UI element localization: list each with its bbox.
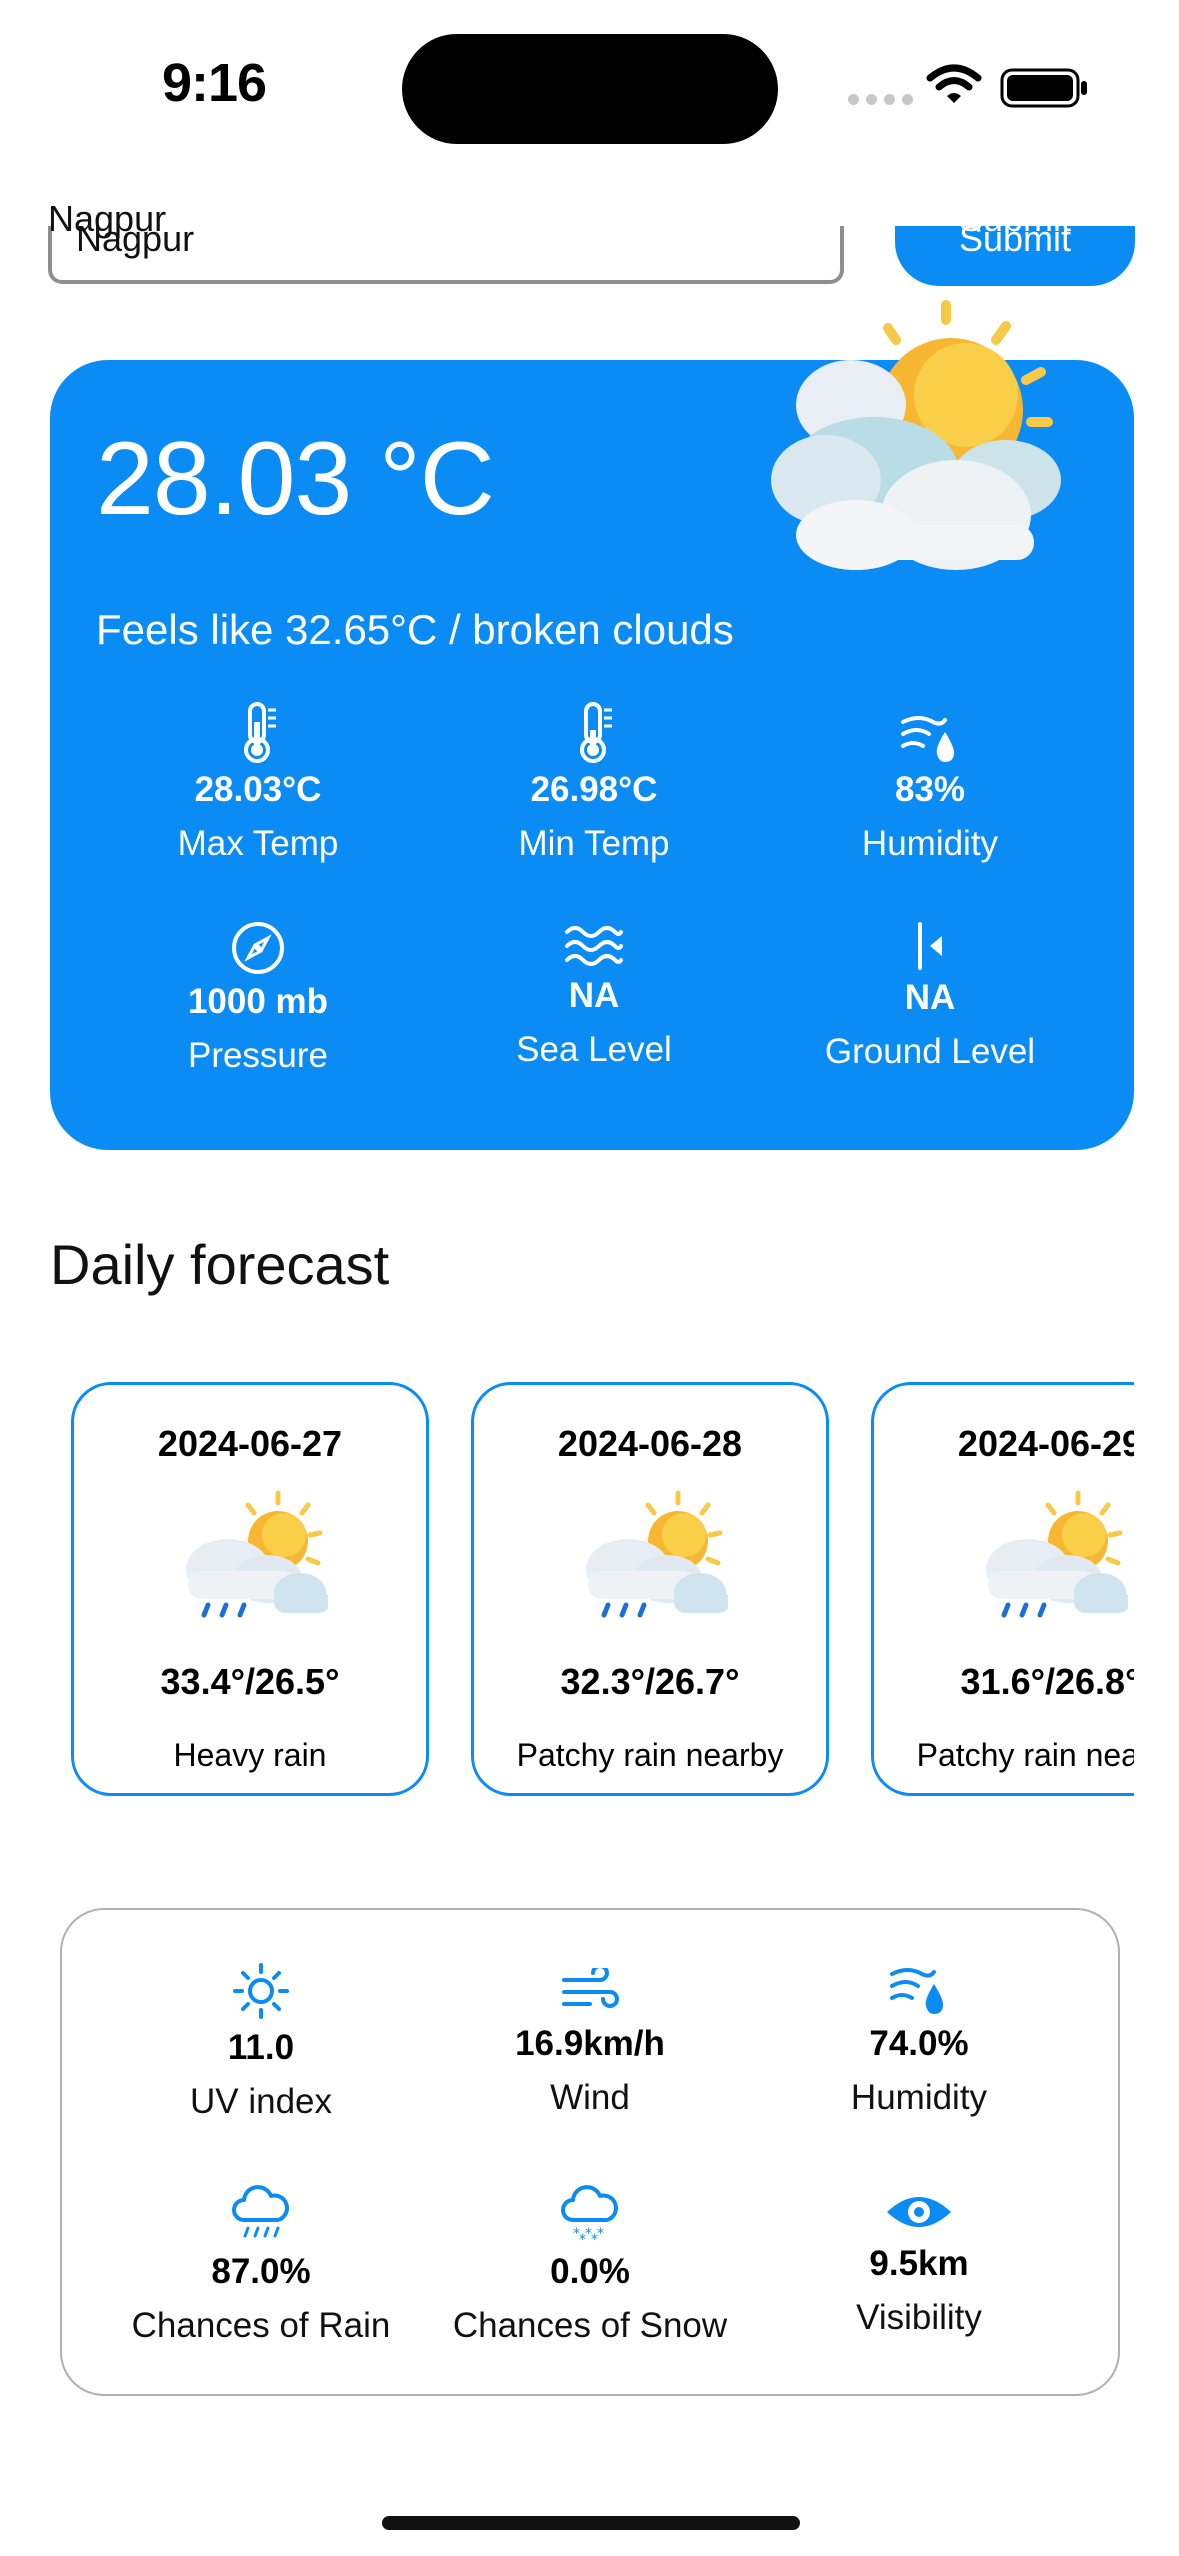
humidity-value: 83% — [894, 770, 966, 809]
wind-stat: 16.9km/h Wind — [420, 1952, 760, 2118]
pressure-label: Pressure — [187, 1036, 329, 1075]
humidity-label: Humidity — [861, 824, 999, 863]
svg-text:*: * — [579, 2232, 586, 2244]
wind-icon — [562, 1968, 619, 2008]
feels-like-text: Feels like 32.65°C / broken clouds — [96, 606, 734, 653]
sun-cloud-icon — [771, 300, 1061, 570]
forecast-condition: Patchy rain nearby — [516, 1737, 784, 1773]
sun-cloud-rain-icon — [986, 1490, 1128, 1618]
compass-icon — [232, 922, 284, 974]
svg-text:*: * — [591, 2232, 598, 2244]
thermometer-icon — [580, 702, 612, 763]
status-time: 9:16 — [162, 53, 267, 113]
pressure-value: 1000 mb — [187, 982, 329, 1021]
ground-level-label: Ground Level — [824, 1032, 1036, 1071]
sun-icon — [233, 1963, 289, 2019]
forecast-condition: Heavy rain — [173, 1737, 327, 1773]
uv-index-stat: 11.0 UV index — [91, 1956, 431, 2122]
home-indicator[interactable] — [382, 2516, 800, 2530]
snow-cloud-icon: * * ** * — [561, 2185, 618, 2244]
forecast-card[interactable]: 2024-06-29 31.6°/26.8° Patchy rain nearb… — [871, 1382, 1134, 1796]
humidity-icon — [901, 716, 955, 762]
battery-icon — [1000, 68, 1087, 108]
rain-chance-value: 87.0% — [211, 2252, 311, 2291]
forecast-date: 2024-06-27 — [157, 1423, 343, 1464]
humidity-detail-stat: 74.0% Humidity — [749, 1952, 1089, 2118]
snow-chance-stat: * * * * * 0.0% Chances of Snow — [420, 2180, 760, 2346]
uv-index-label: UV index — [189, 2082, 333, 2121]
humidity-detail-value: 74.0% — [869, 2024, 969, 2063]
svg-text:*: * — [597, 2226, 604, 2242]
visibility-stat: 9.5km Visibility — [749, 2172, 1089, 2338]
max-temp-stat: 28.03°C Max Temp — [108, 700, 408, 864]
forecast-card[interactable]: 2024-06-28 32.3°/26.7° Patchy rain nearb… — [471, 1382, 829, 1796]
ground-level-value: NA — [904, 978, 956, 1017]
forecast-date: 2024-06-28 — [557, 1423, 743, 1464]
humidity-stat: 83% Humidity — [780, 700, 1080, 864]
sun-cloud-rain-icon — [586, 1490, 728, 1618]
wind-label: Wind — [550, 2078, 630, 2117]
visibility-label: Visibility — [856, 2298, 982, 2337]
forecast-temp-range: 32.3°/26.7° — [560, 1661, 740, 1702]
ground-level-icon — [918, 922, 942, 970]
uv-index-value: 11.0 — [227, 2028, 295, 2067]
sea-level-stat: NA Sea Level — [444, 906, 744, 1070]
snow-chance-value: 0.0% — [550, 2252, 630, 2291]
rain-chance-label: Chances of Rain — [131, 2306, 391, 2345]
forecast-temp-range: 33.4°/26.5° — [160, 1661, 340, 1702]
submit-button-label: Submit — [958, 198, 1072, 239]
forecast-scroller[interactable]: 2024-06-27 33.4°/26.5° Heavy rain 2024-0… — [50, 1370, 1134, 1810]
sun-cloud-rain-icon — [186, 1490, 328, 1618]
daily-forecast-title: Daily forecast — [50, 1233, 390, 1296]
forecast-temp-range: 31.6°/26.8° — [960, 1661, 1134, 1702]
pressure-stat: 1000 mb Pressure — [108, 912, 408, 1076]
max-temp-label: Max Temp — [177, 824, 339, 863]
visibility-value: 9.5km — [869, 2244, 969, 2283]
eye-icon — [887, 2197, 951, 2227]
snow-chance-label: Chances of Snow — [452, 2306, 728, 2345]
wind-value: 16.9km/h — [515, 2024, 665, 2063]
min-temp-value: 26.98°C — [530, 770, 658, 809]
max-temp-value: 28.03°C — [194, 770, 322, 809]
dynamic-island — [402, 34, 778, 144]
sea-level-value: NA — [568, 976, 620, 1015]
cellular-signal-icon — [848, 94, 913, 105]
min-temp-stat: 26.98°C Min Temp — [444, 700, 744, 864]
wifi-icon — [926, 64, 982, 103]
sea-level-label: Sea Level — [516, 1030, 672, 1069]
city-input-text: Nagpur — [48, 198, 167, 239]
humidity-icon — [890, 1968, 944, 2014]
forecast-condition: Patchy rain nearby — [916, 1737, 1134, 1773]
min-temp-label: Min Temp — [518, 824, 670, 863]
humidity-detail-label: Humidity — [850, 2078, 988, 2117]
ground-level-stat: NA Ground Level — [780, 908, 1080, 1072]
rain-cloud-icon — [232, 2185, 289, 2238]
rain-chance-stat: 87.0% Chances of Rain — [91, 2180, 431, 2346]
thermometer-icon — [244, 702, 276, 763]
waves-icon — [565, 926, 623, 966]
current-temperature: 28.03 °C — [96, 421, 495, 537]
forecast-card[interactable]: 2024-06-27 33.4°/26.5° Heavy rain — [71, 1382, 429, 1796]
forecast-date: 2024-06-29 — [957, 1423, 1134, 1464]
